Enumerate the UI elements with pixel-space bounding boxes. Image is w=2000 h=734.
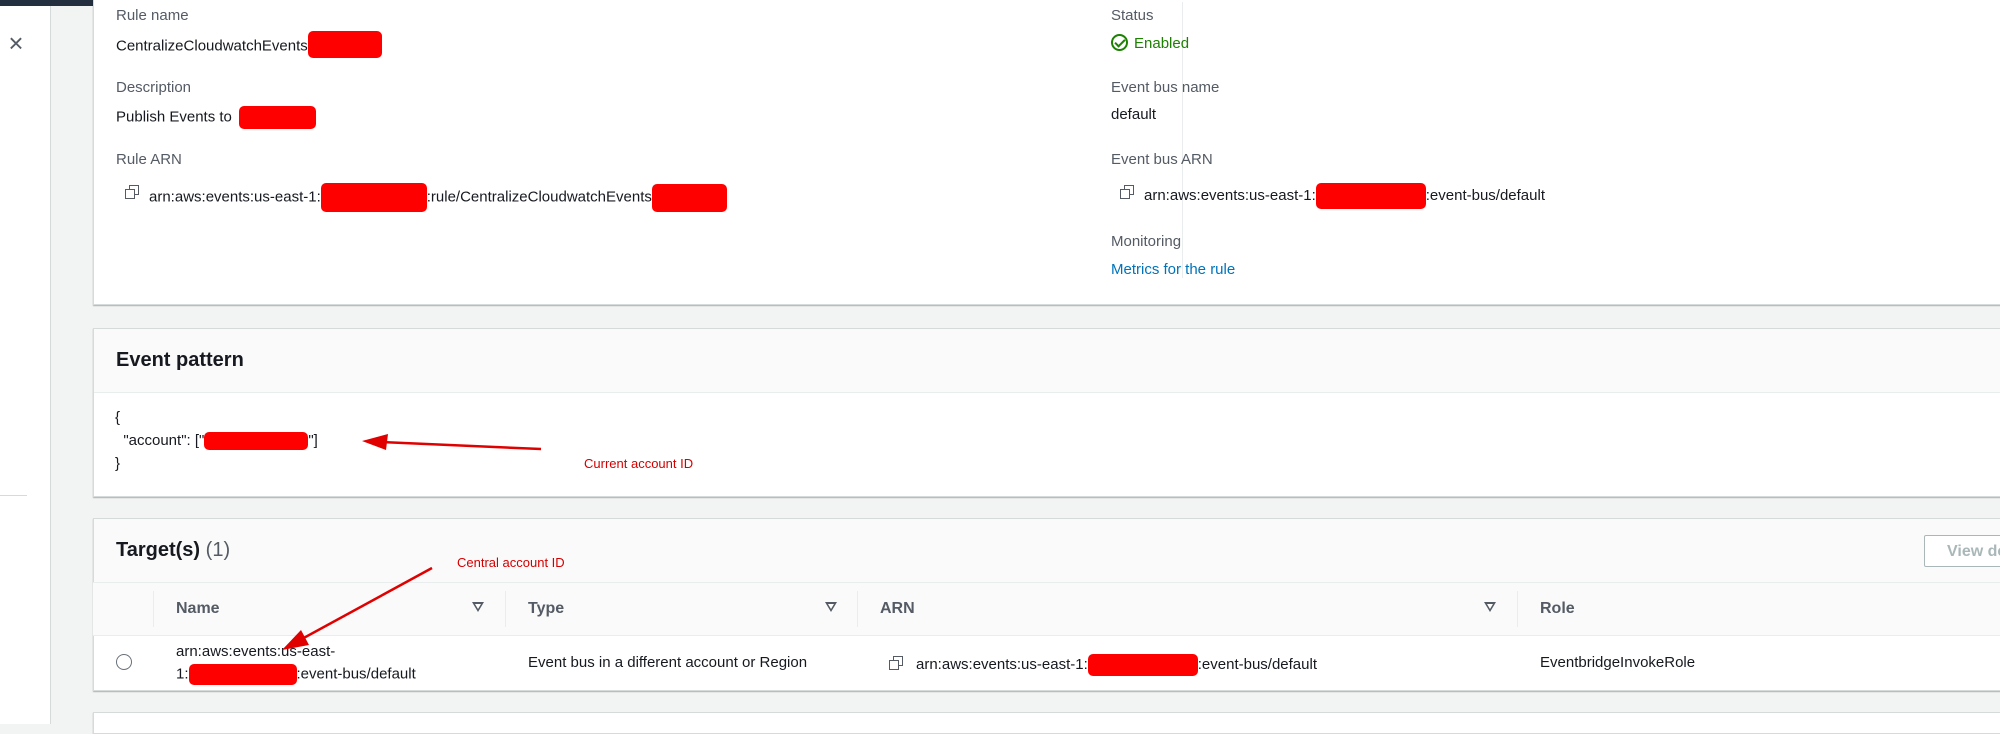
redaction-mark xyxy=(1087,654,1198,676)
panel-divider xyxy=(0,495,27,496)
left-side-panel: × xyxy=(0,6,51,724)
column-divider xyxy=(857,591,858,627)
targets-header: Target(s) (1) xyxy=(94,519,2000,582)
sort-icon[interactable] xyxy=(1483,601,1497,613)
copy-icon[interactable] xyxy=(125,185,139,199)
rule-arn-label: Rule ARN xyxy=(116,151,182,168)
rule-arn-value: arn:aws:events:us-east-1::rule/Centraliz… xyxy=(149,183,727,212)
status-value: Enabled xyxy=(1111,34,1189,52)
column-divider xyxy=(505,591,506,627)
monitoring-label: Monitoring xyxy=(1111,233,1182,250)
row-select-radio[interactable] xyxy=(116,654,132,670)
redaction-mark xyxy=(188,664,297,685)
event-bus-arn-value: arn:aws:events:us-east-1::event-bus/defa… xyxy=(1144,183,1545,209)
target-name-line2: 1::event-bus/default xyxy=(176,664,416,685)
close-icon[interactable]: × xyxy=(5,30,27,56)
description-value: Publish Events to xyxy=(116,106,316,129)
redaction-mark xyxy=(204,432,309,451)
next-panel xyxy=(93,712,2000,734)
redaction-mark xyxy=(320,183,427,212)
col-name-header[interactable]: Name xyxy=(176,600,220,618)
event-pattern-line: { xyxy=(115,409,121,426)
targets-table-header: Name Type ARN Role xyxy=(93,582,2000,636)
sort-icon[interactable] xyxy=(471,601,485,613)
targets-title: Target(s) (1) xyxy=(116,539,231,561)
column-divider xyxy=(153,591,154,627)
status-label: Status xyxy=(1111,7,1154,24)
event-pattern-header: Event pattern xyxy=(94,329,2000,393)
target-arn: arn:aws:events:us-east-1::event-bus/defa… xyxy=(916,654,1317,676)
sort-icon[interactable] xyxy=(824,601,838,613)
view-details-button[interactable]: View de xyxy=(1924,535,2000,567)
event-pattern-line: } xyxy=(115,455,121,472)
redaction-mark xyxy=(307,31,382,58)
rule-details-panel: Rule name CentralizeCloudwatchEvents Des… xyxy=(93,0,2000,305)
event-bus-name-value: default xyxy=(1111,106,1157,123)
central-account-annotation: Central account ID xyxy=(457,555,565,570)
copy-icon[interactable] xyxy=(889,656,903,670)
target-name-line1: arn:aws:events:us-east- xyxy=(176,643,336,660)
event-bus-arn-label: Event bus ARN xyxy=(1111,151,1213,168)
col-type-header[interactable]: Type xyxy=(528,600,564,618)
event-pattern-account: "account": [" "] xyxy=(115,432,318,451)
rule-name-value: CentralizeCloudwatchEvents xyxy=(116,31,382,58)
event-pattern-panel: Event pattern xyxy=(93,328,2000,497)
col-role-header[interactable]: Role xyxy=(1540,600,1575,618)
check-circle-icon xyxy=(1111,34,1128,51)
redaction-mark xyxy=(1315,183,1426,209)
target-role: EventbridgeInvokeRole xyxy=(1540,654,1696,671)
event-bus-name-label: Event bus name xyxy=(1111,79,1220,96)
copy-icon[interactable] xyxy=(1120,185,1134,199)
rule-name-label: Rule name xyxy=(116,7,189,24)
col-arn-header[interactable]: ARN xyxy=(880,600,915,618)
description-label: Description xyxy=(116,79,192,96)
metrics-link[interactable]: Metrics for the rule xyxy=(1111,261,1235,278)
redaction-mark xyxy=(238,106,316,129)
target-type: Event bus in a different account or Regi… xyxy=(528,654,808,671)
redaction-mark xyxy=(651,183,727,212)
column-divider xyxy=(1517,591,1518,627)
current-account-annotation: Current account ID xyxy=(584,456,694,471)
event-pattern-title: Event pattern xyxy=(116,349,244,371)
